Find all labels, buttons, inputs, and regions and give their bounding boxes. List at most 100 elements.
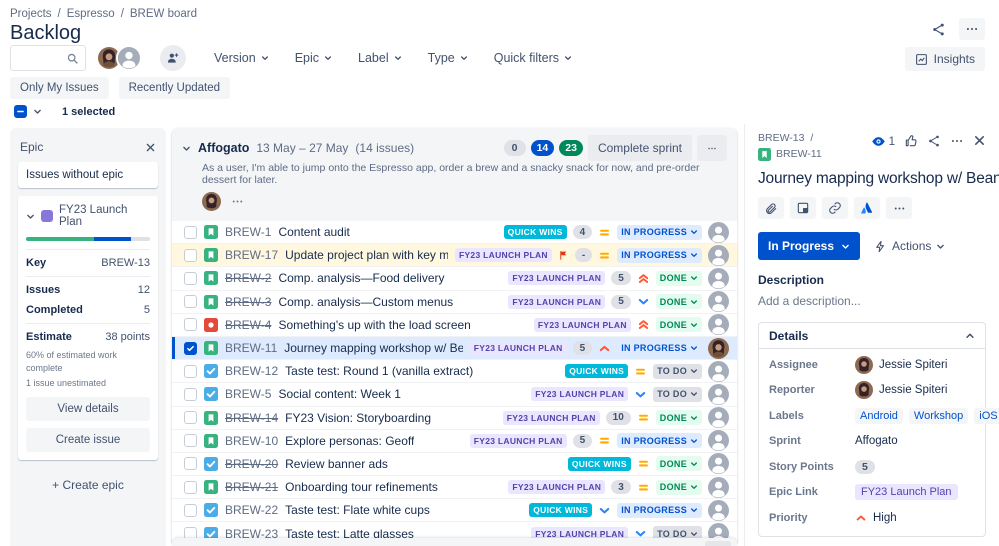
issue-row[interactable]: BREW-4 Something's up with the load scre… <box>172 313 737 337</box>
insights-button[interactable]: Insights <box>904 47 985 71</box>
status-dropdown[interactable]: DONE <box>655 317 702 333</box>
chevron-down-icon[interactable] <box>26 212 35 221</box>
assignee-avatar[interactable] <box>708 407 729 429</box>
more-actions-icon[interactable] <box>886 197 912 219</box>
estimate-badge[interactable]: 5 <box>611 271 631 286</box>
share-icon[interactable] <box>925 18 951 40</box>
issue-row[interactable]: BREW-21 Onboarding tour refinements FY23… <box>172 476 737 500</box>
issue-row[interactable]: BREW-5 Social content: Week 1 FY23 LAUNC… <box>172 383 737 407</box>
field-labels[interactable]: Labels Android Workshop iOS <box>769 403 999 429</box>
status-dropdown[interactable]: IN PROGRESS <box>617 502 702 518</box>
actions-dropdown[interactable]: Actions <box>874 239 945 253</box>
field-epic-link[interactable]: Epic Link FY23 Launch Plan <box>769 480 975 506</box>
status-dropdown[interactable]: DONE <box>655 456 702 472</box>
label-chip-ios[interactable]: iOS <box>974 407 999 424</box>
share-icon[interactable] <box>927 134 941 148</box>
estimate-badge[interactable]: 3 <box>611 480 631 495</box>
breadcrumb-link[interactable]: BREW board <box>130 8 197 20</box>
label-chip-android[interactable]: Android <box>855 407 903 424</box>
label-chip-workshop[interactable]: Workshop <box>908 407 969 424</box>
assignee-avatar[interactable] <box>708 499 729 521</box>
estimate-badge[interactable]: 10 <box>605 410 631 425</box>
issue-row[interactable]: BREW-20 Review banner ads QUICK WINS DON… <box>172 452 737 477</box>
description-placeholder[interactable]: Add a description... <box>758 294 986 308</box>
add-child-issue-icon[interactable] <box>790 197 816 219</box>
field-sprint[interactable]: Sprint Affogato <box>769 429 975 455</box>
search-input[interactable] <box>18 51 66 65</box>
issue-checkbox[interactable] <box>184 480 197 494</box>
issue-checkbox[interactable] <box>184 295 197 309</box>
assignee-avatar[interactable] <box>708 476 729 498</box>
sprint-more-icon[interactable] <box>697 135 727 161</box>
close-icon[interactable] <box>145 142 156 153</box>
add-people-icon[interactable] <box>160 45 186 71</box>
issue-row[interactable]: BREW-1 Content audit QUICK WINS 4 IN PRO… <box>172 221 737 245</box>
details-card-header[interactable]: Details <box>759 323 985 349</box>
filter-dropdown-label[interactable]: Label <box>358 51 402 65</box>
assignee-avatar[interactable] <box>708 383 729 405</box>
bulk-select-chevron-icon[interactable] <box>33 107 42 116</box>
filter-dropdown-version[interactable]: Version <box>214 51 269 65</box>
search-input-wrap[interactable] <box>10 45 86 71</box>
detail-parent-key[interactable]: BREW-13 <box>758 132 805 144</box>
field-story-points[interactable]: Story Points 5 <box>769 454 975 480</box>
issue-checkbox[interactable] <box>184 341 197 355</box>
avatar-generic[interactable] <box>116 45 142 71</box>
more-icon[interactable] <box>950 134 964 148</box>
issues-without-epic[interactable]: Issues without epic <box>18 162 158 188</box>
sprint-collapse-chevron-icon[interactable] <box>182 144 191 153</box>
epic-link-value[interactable]: FY23 Launch Plan <box>855 484 958 501</box>
issue-checkbox[interactable] <box>184 248 197 262</box>
create-issue-button[interactable]: Create issue <box>26 428 150 452</box>
status-dropdown[interactable]: TO DO <box>653 386 702 402</box>
filter-dropdown-quick-filters[interactable]: Quick filters <box>494 51 572 65</box>
detail-issue-key[interactable]: BREW-11 <box>776 147 822 161</box>
issue-row[interactable]: BREW-3 Comp. analysis—Custom menus FY23 … <box>172 290 737 314</box>
assignee-avatar[interactable] <box>708 221 729 243</box>
issue-checkbox[interactable] <box>184 411 197 425</box>
issue-row[interactable]: BREW-14 FY23 Vision: Storyboarding FY23 … <box>172 406 737 430</box>
issue-checkbox[interactable] <box>184 387 197 401</box>
view-details-button[interactable]: View details <box>26 397 150 421</box>
assignee-avatar[interactable] <box>708 244 729 266</box>
assignee-avatar[interactable] <box>708 291 729 313</box>
attach-icon[interactable] <box>758 197 784 219</box>
close-icon[interactable] <box>973 134 986 147</box>
sprint-member-avatar[interactable] <box>202 192 221 211</box>
assignee-avatar[interactable] <box>708 430 729 452</box>
issue-row[interactable]: BREW-10 Explore personas: Geoff FY23 LAU… <box>172 429 737 453</box>
breadcrumb-link[interactable]: Espresso <box>67 8 115 20</box>
epic-name-row[interactable]: FY23 Launch Plan <box>26 204 150 228</box>
status-dropdown[interactable]: IN PROGRESS <box>617 247 702 263</box>
issue-checkbox[interactable] <box>184 225 197 239</box>
issue-checkbox[interactable] <box>184 457 197 471</box>
status-dropdown[interactable]: IN PROGRESS <box>617 340 702 356</box>
atlassian-icon[interactable] <box>854 197 880 219</box>
assignee-avatar[interactable] <box>708 267 729 289</box>
issue-row[interactable]: BREW-11 Journey mapping workshop w/ Bean… <box>172 336 737 361</box>
more-icon[interactable] <box>959 18 985 40</box>
estimate-badge[interactable]: 5 <box>611 294 631 309</box>
status-dropdown[interactable]: IN PROGRESS <box>617 433 702 449</box>
estimate-badge[interactable]: 5 <box>572 433 593 448</box>
issue-checkbox[interactable] <box>184 364 197 378</box>
assignee-avatar[interactable] <box>708 337 729 359</box>
field-reporter[interactable]: Reporter Jessie Spiteri <box>769 378 975 404</box>
backlog-section-stub[interactable] <box>172 538 737 546</box>
issue-checkbox[interactable] <box>184 503 197 517</box>
assignee-avatar[interactable] <box>708 314 729 336</box>
issue-row[interactable]: BREW-12 Taste test: Round 1 (vanilla ext… <box>172 360 737 384</box>
quick-filter-only-my-issues[interactable]: Only My Issues <box>10 77 109 99</box>
estimate-badge[interactable]: - <box>574 248 593 263</box>
issue-row[interactable]: BREW-17 Update project plan with key mil… <box>172 244 737 268</box>
breadcrumb-link[interactable]: Projects <box>10 8 52 20</box>
quick-filter-recently-updated[interactable]: Recently Updated <box>118 77 231 99</box>
status-dropdown[interactable]: DONE <box>655 410 702 426</box>
estimate-badge[interactable]: 5 <box>572 341 593 356</box>
like-icon[interactable] <box>904 134 918 148</box>
link-icon[interactable] <box>822 197 848 219</box>
sprint-members-more-icon[interactable] <box>231 195 244 208</box>
issue-checkbox[interactable] <box>184 318 197 332</box>
filter-dropdown-epic[interactable]: Epic <box>295 51 332 65</box>
issue-checkbox[interactable] <box>184 271 197 285</box>
